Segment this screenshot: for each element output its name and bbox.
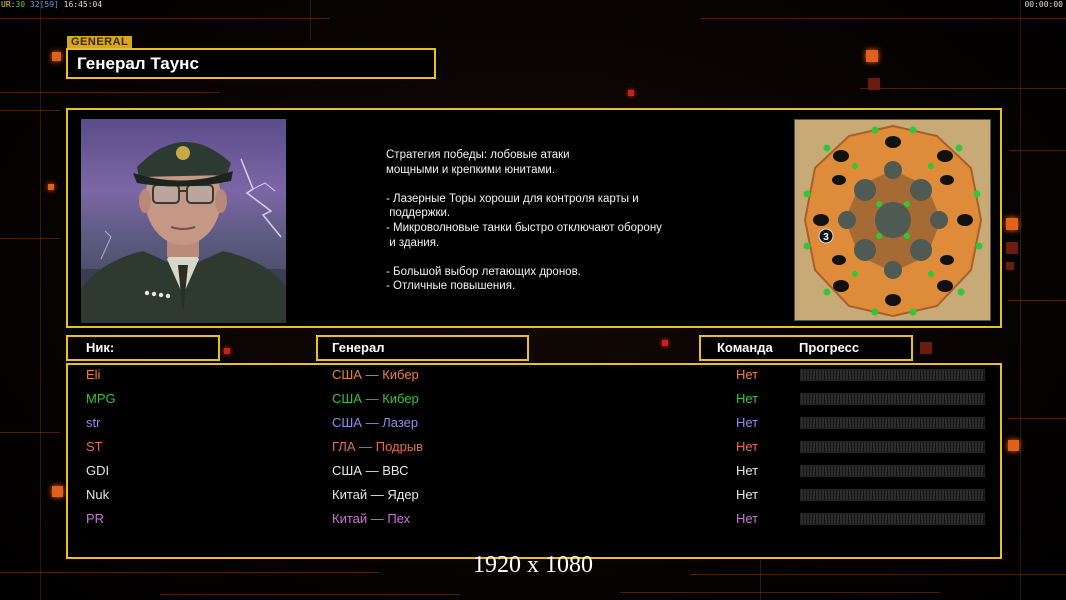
- player-nick: str: [86, 415, 101, 430]
- players-panel: Eli США — Кибер Нет MPG США — Кибер Нет …: [66, 363, 1002, 559]
- general-title-box: Генерал Таунс: [66, 48, 436, 79]
- general-tag: GENERAL: [67, 36, 133, 48]
- player-nick: PR: [86, 511, 105, 526]
- deco-square: [1008, 440, 1019, 451]
- player-general: США — ВВС: [332, 463, 409, 478]
- player-row[interactable]: ST ГЛА — Подрыв Нет: [68, 437, 1000, 459]
- general-title: Генерал Таунс: [77, 54, 199, 73]
- column-header-general: Генерал: [316, 335, 529, 361]
- player-team: Нет: [736, 463, 759, 478]
- resolution-label: 1920 x 1080: [473, 552, 593, 578]
- general-portrait: [81, 119, 286, 323]
- column-header-team: Команда: [717, 340, 773, 355]
- player-progress-bar: [800, 393, 985, 405]
- player-progress-bar: [800, 489, 985, 501]
- player-nick: Eli: [86, 367, 101, 382]
- hud-ur-label: UR:: [1, 0, 16, 9]
- player-general: США — Кибер: [332, 391, 419, 406]
- deco-square: [48, 184, 54, 190]
- player-team: Нет: [736, 415, 759, 430]
- column-header-progress: Прогресс: [799, 340, 860, 355]
- general-description: Стратегия победы: лобовые атаки мощными …: [386, 149, 662, 293]
- column-header-team-progress: Команда Прогресс: [699, 335, 913, 361]
- player-progress-bar: [800, 441, 985, 453]
- column-header-nick: Ник:: [66, 335, 220, 361]
- hud-clock: 16:45:04: [63, 0, 103, 9]
- player-row[interactable]: Nuk Китай — Ядер Нет: [68, 485, 1000, 507]
- player-nick: Nuk: [86, 487, 110, 502]
- player-general: США — Кибер: [332, 367, 419, 382]
- player-row[interactable]: GDI США — ВВС Нет: [68, 461, 1000, 483]
- hud-stats: UR:30 32[59] 16:45:04: [1, 0, 102, 9]
- player-team: Нет: [736, 439, 759, 454]
- general-info-panel: Стратегия победы: лобовые атаки мощными …: [66, 108, 1002, 328]
- player-team: Нет: [736, 511, 759, 526]
- player-progress-bar: [800, 417, 985, 429]
- hud-value-1: 30: [15, 0, 26, 9]
- player-row[interactable]: Eli США — Кибер Нет: [68, 365, 1000, 387]
- deco-square: [1006, 218, 1018, 230]
- minimap: 3: [794, 119, 991, 321]
- player-row[interactable]: str США — Лазер Нет: [68, 413, 1000, 435]
- player-general: США — Лазер: [332, 415, 419, 430]
- player-row[interactable]: MPG США — Кибер Нет: [68, 389, 1000, 411]
- player-row[interactable]: PR Китай — Пех Нет: [68, 509, 1000, 531]
- deco-square: [866, 50, 878, 62]
- minimap-player-marker: 3: [823, 232, 829, 243]
- player-nick: GDI: [86, 463, 110, 478]
- player-team: Нет: [736, 367, 759, 382]
- player-general: Китай — Ядер: [332, 487, 419, 502]
- player-progress-bar: [800, 465, 985, 477]
- player-progress-bar: [800, 369, 985, 381]
- player-progress-bar: [800, 513, 985, 525]
- deco-square: [52, 486, 63, 497]
- player-nick: MPG: [86, 391, 116, 406]
- hud-timer: 00:00:00: [1024, 0, 1063, 9]
- deco-square: [52, 52, 61, 61]
- player-general: ГЛА — Подрыв: [332, 439, 424, 454]
- hud-value-2: 32: [29, 0, 40, 9]
- player-nick: ST: [86, 439, 103, 454]
- player-general: Китай — Пех: [332, 511, 411, 526]
- player-team: Нет: [736, 487, 759, 502]
- hud-value-3: [59]: [39, 0, 59, 9]
- player-team: Нет: [736, 391, 759, 406]
